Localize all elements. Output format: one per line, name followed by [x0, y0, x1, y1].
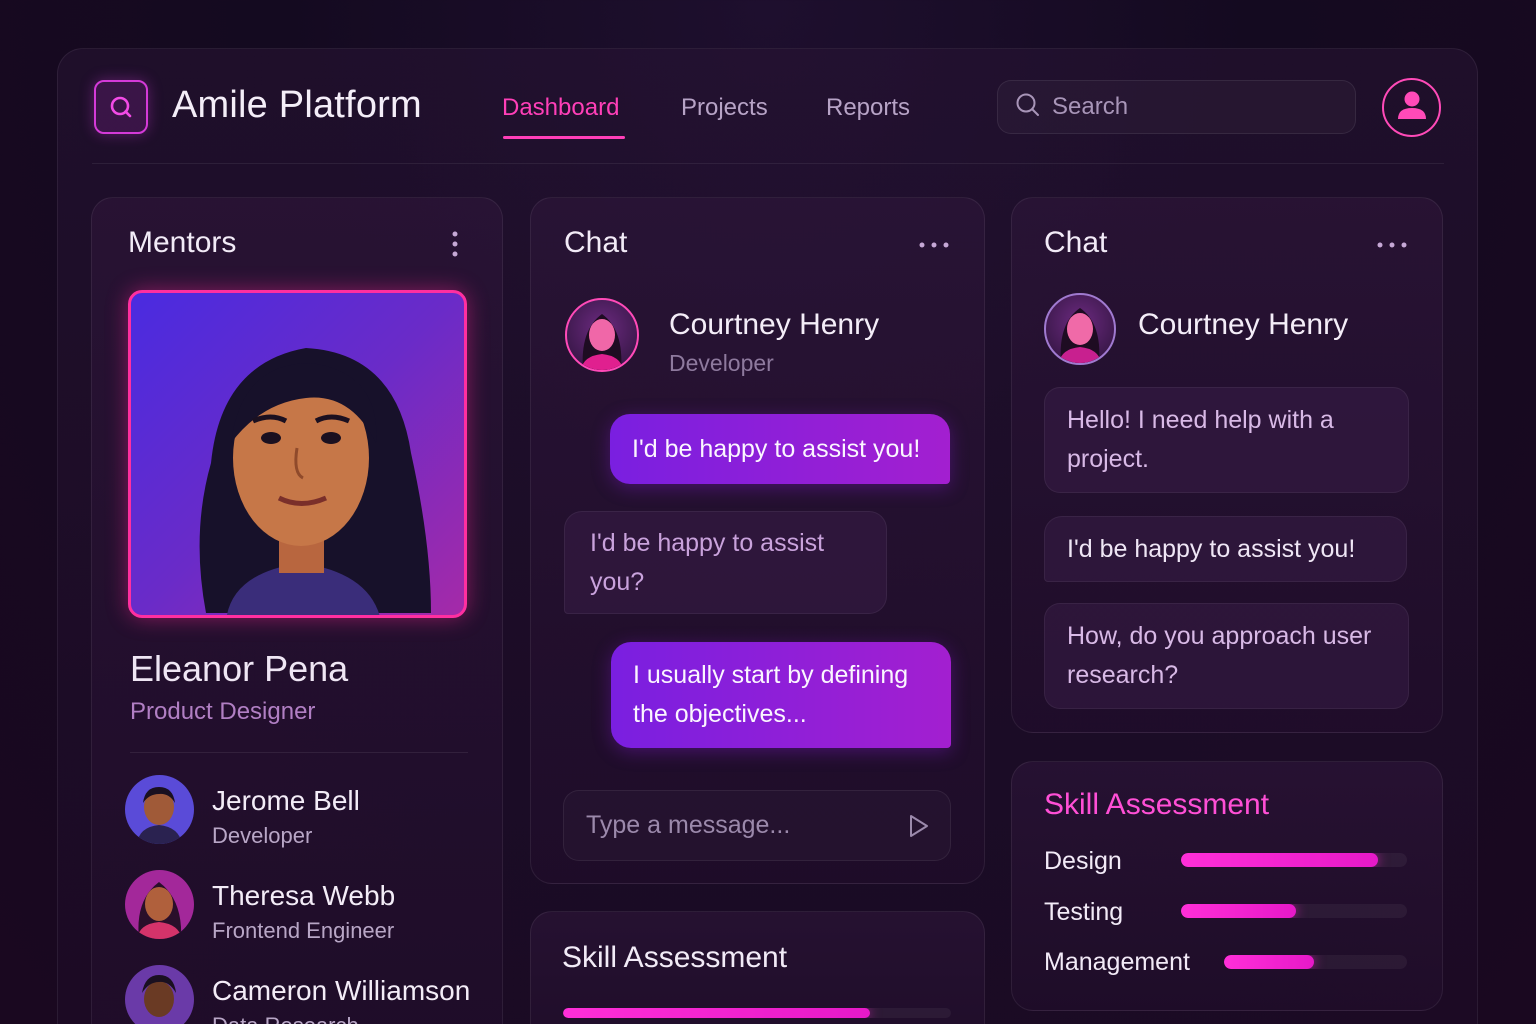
avatar [125, 775, 194, 844]
avatar[interactable] [565, 298, 639, 372]
tab-dashboard[interactable]: Dashboard [502, 94, 619, 122]
message-bubble-incoming: How, do you approach user research? [1044, 603, 1409, 709]
mentor-role: Developer [212, 823, 313, 848]
contact-name: Courtney Henry [1138, 308, 1349, 341]
header-divider [92, 163, 1444, 164]
avatar[interactable] [1044, 293, 1116, 365]
more-options-icon[interactable] [448, 230, 462, 265]
skill-track-design [1181, 853, 1407, 867]
more-options-icon[interactable] [918, 238, 950, 256]
chat-title: Chat [564, 226, 628, 259]
contact-name: Courtney Henry [669, 308, 880, 341]
message-bubble-incoming: Hello! I need help with a project. [1044, 387, 1409, 493]
logo-icon[interactable] [94, 80, 148, 134]
skill-label-management: Management [1044, 948, 1190, 976]
active-tab-indicator [503, 136, 625, 139]
avatar [125, 870, 194, 939]
mentor-role: Frontend Engineer [212, 918, 395, 943]
mentor-role: Data Research [212, 1013, 359, 1024]
mentors-title: Mentors [128, 226, 237, 259]
skill-label-testing: Testing [1044, 898, 1124, 926]
send-icon[interactable] [908, 813, 930, 844]
more-options-icon[interactable] [1376, 238, 1408, 256]
mentor-name: Jerome Bell [212, 785, 360, 816]
skill-track-testing [1181, 904, 1407, 918]
mentor-name: Cameron Williamson [212, 975, 471, 1006]
tab-projects[interactable]: Projects [681, 94, 768, 122]
message-bubble-outgoing: I usually start by defining the objectiv… [611, 642, 951, 748]
skill-title: Skill Assessment [562, 941, 788, 974]
skill-fill-design [1181, 853, 1378, 867]
message-bubble-outgoing: I'd be happy to assist you! [610, 414, 950, 484]
portrait-illustration [199, 348, 431, 615]
chat-title: Chat [1044, 226, 1108, 259]
skill-progress-fill [563, 1008, 870, 1018]
message-bubble-incoming: I'd be happy to assist you! [1044, 516, 1407, 582]
contact-role: Developer [669, 350, 774, 376]
skill-fill-testing [1181, 904, 1297, 918]
tab-reports[interactable]: Reports [826, 94, 910, 122]
user-icon [1395, 88, 1429, 127]
message-input[interactable] [586, 811, 886, 840]
skill-title: Skill Assessment [1044, 788, 1270, 821]
message-input-box[interactable] [563, 790, 951, 861]
mentor-name: Theresa Webb [212, 880, 396, 911]
search-icon [1014, 91, 1042, 124]
app-title: Amile Platform [172, 84, 422, 126]
mentor-divider [130, 752, 468, 753]
featured-mentor-name: Eleanor Pena [130, 648, 349, 689]
skill-label-design: Design [1044, 847, 1122, 875]
skill-fill-management [1224, 955, 1314, 969]
profile-button[interactable] [1382, 78, 1441, 137]
search-box[interactable] [997, 80, 1356, 134]
featured-mentor-photo[interactable] [128, 290, 467, 618]
skill-track-management [1224, 955, 1407, 969]
featured-mentor-role: Product Designer [130, 698, 316, 725]
message-bubble-incoming: I'd be happy to assist you? [564, 511, 887, 614]
skill-progress-track [563, 1008, 951, 1018]
search-input[interactable] [1052, 93, 1332, 121]
